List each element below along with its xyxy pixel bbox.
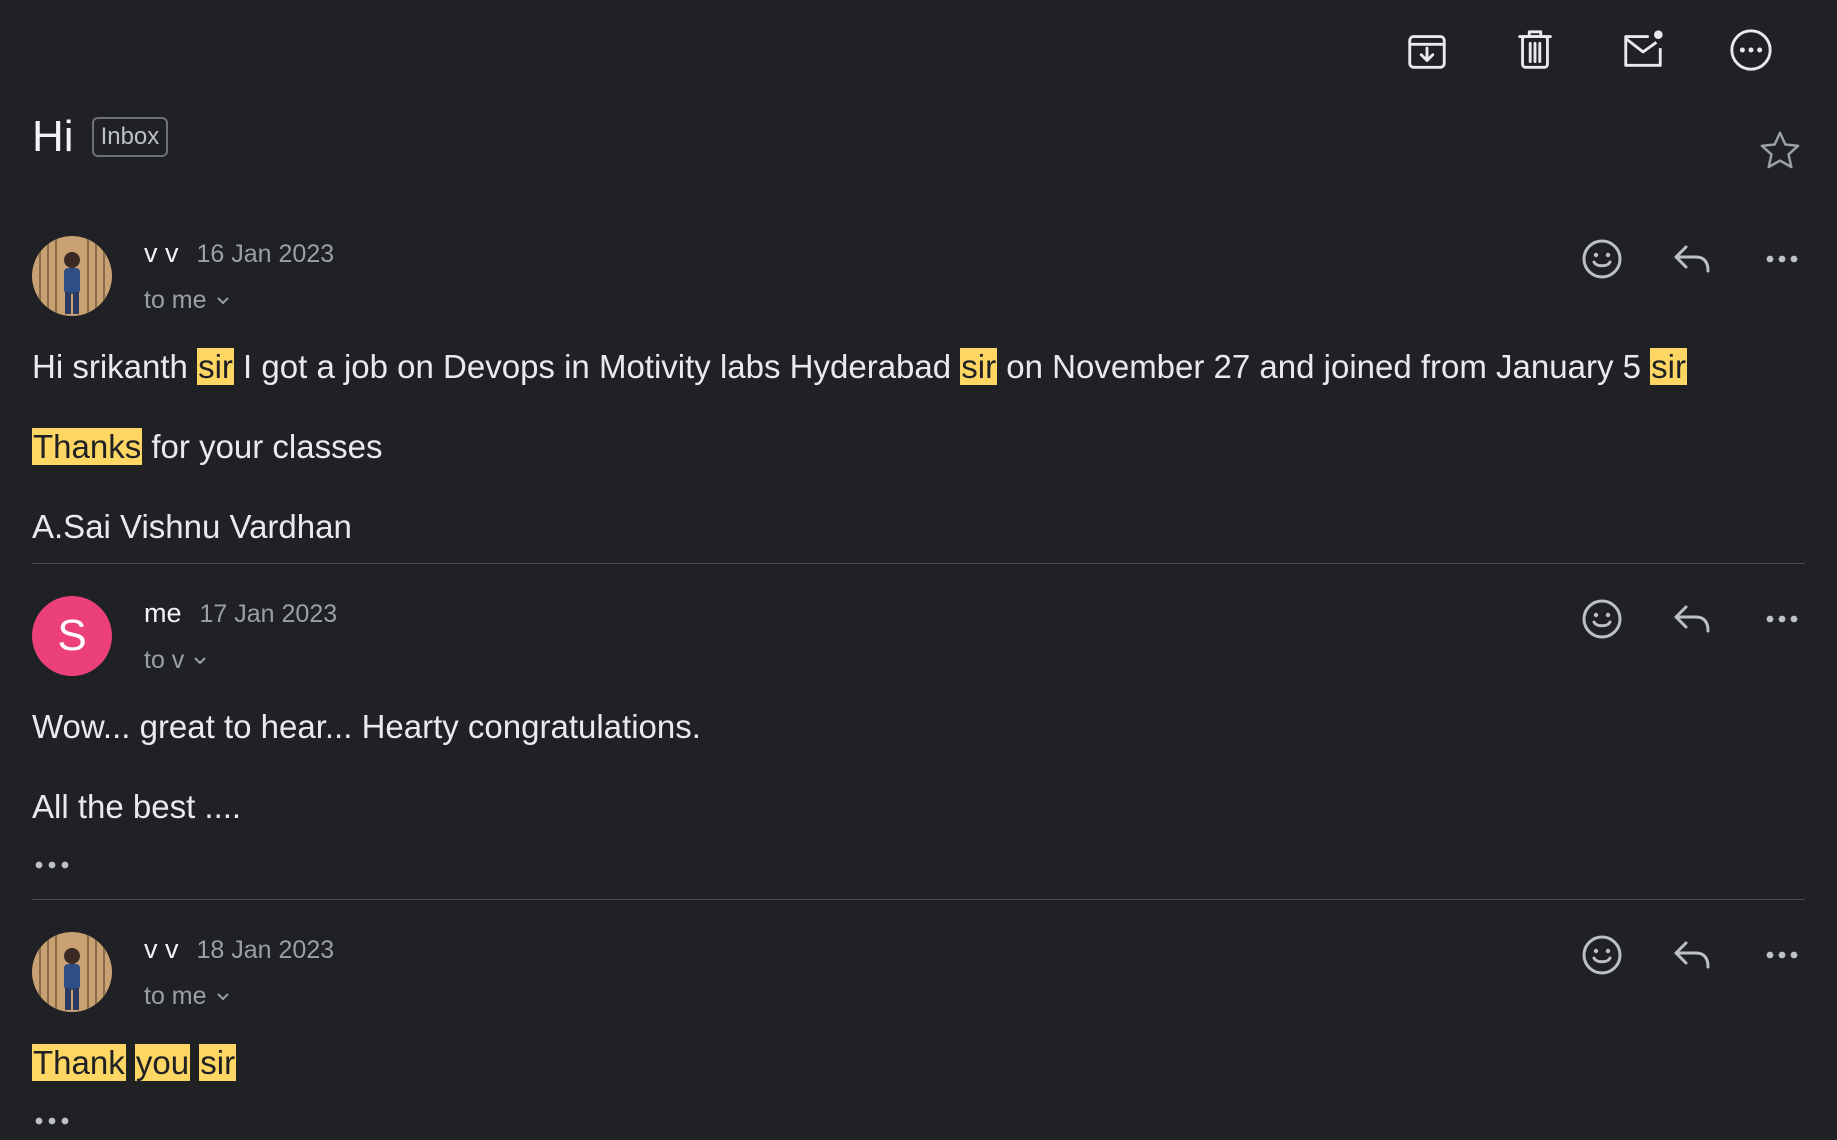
message-actions — [1579, 596, 1805, 642]
emoji-react-icon[interactable] — [1579, 236, 1625, 282]
chevron-down-icon — [216, 992, 229, 1000]
inbox-label-chip[interactable]: Inbox — [91, 117, 169, 157]
message-body-line: A.Sai Vishnu Vardhan — [32, 508, 352, 545]
search-highlight: sir — [199, 1044, 237, 1081]
avatar-letter: S — [57, 611, 87, 660]
recipients-text: to v — [144, 646, 185, 674]
more-icon[interactable] — [1759, 596, 1805, 642]
search-highlight: sir — [197, 348, 234, 385]
message-body-line: Wow... great to hear... Hearty congratul… — [32, 708, 701, 745]
top-toolbar — [1403, 26, 1775, 74]
search-highlight: sir — [1650, 348, 1687, 385]
message-divider — [32, 563, 1805, 564]
sender-name: v v — [144, 934, 179, 964]
message-date: 18 Jan 2023 — [196, 936, 335, 964]
message-date: 17 Jan 2023 — [199, 600, 338, 628]
more-icon[interactable] — [1759, 932, 1805, 978]
more-options-icon[interactable] — [1727, 26, 1775, 74]
chevron-down-icon — [216, 296, 229, 304]
recipients-toggle[interactable]: to me — [144, 982, 231, 1011]
message-body-line: Thank you sir — [32, 1044, 237, 1082]
show-trimmed-content-icon[interactable] — [34, 1114, 70, 1132]
message-body-line: All the best .... — [32, 788, 242, 825]
show-trimmed-content-icon[interactable] — [34, 858, 70, 876]
avatar[interactable] — [32, 236, 112, 316]
avatar[interactable] — [32, 932, 112, 1012]
archive-icon[interactable] — [1403, 26, 1451, 74]
reply-icon[interactable] — [1669, 932, 1715, 978]
star-icon[interactable] — [1757, 128, 1803, 174]
message-actions — [1579, 932, 1805, 978]
sender-name: v v — [144, 238, 179, 268]
reply-icon[interactable] — [1669, 236, 1715, 282]
sender-name: me — [144, 598, 182, 628]
more-icon[interactable] — [1759, 236, 1805, 282]
message-body-line: Thanks for your classes — [32, 428, 383, 465]
message-date: 16 Jan 2023 — [196, 240, 335, 268]
search-highlight: you — [134, 1044, 191, 1081]
search-highlight: Thanks — [32, 428, 143, 465]
search-highlight: Thank — [32, 1044, 126, 1081]
search-highlight: sir — [960, 348, 998, 385]
message-divider — [32, 899, 1805, 900]
recipients-text: to me — [144, 286, 207, 314]
delete-icon[interactable] — [1511, 26, 1559, 74]
chevron-down-icon — [194, 656, 207, 664]
mark-unread-icon[interactable] — [1619, 26, 1667, 74]
emoji-react-icon[interactable] — [1579, 596, 1625, 642]
message-actions — [1579, 236, 1805, 282]
email-subject: Hi — [32, 112, 74, 161]
subject-row: Hi Inbox — [32, 112, 169, 162]
message-body-line: Hi srikanth sir I got a job on Devops in… — [32, 348, 1687, 385]
recipients-text: to me — [144, 982, 207, 1010]
recipients-toggle[interactable]: to me — [144, 286, 231, 315]
reply-icon[interactable] — [1669, 596, 1715, 642]
avatar[interactable]: S — [32, 596, 112, 676]
emoji-react-icon[interactable] — [1579, 932, 1625, 978]
recipients-toggle[interactable]: to v — [144, 646, 208, 675]
